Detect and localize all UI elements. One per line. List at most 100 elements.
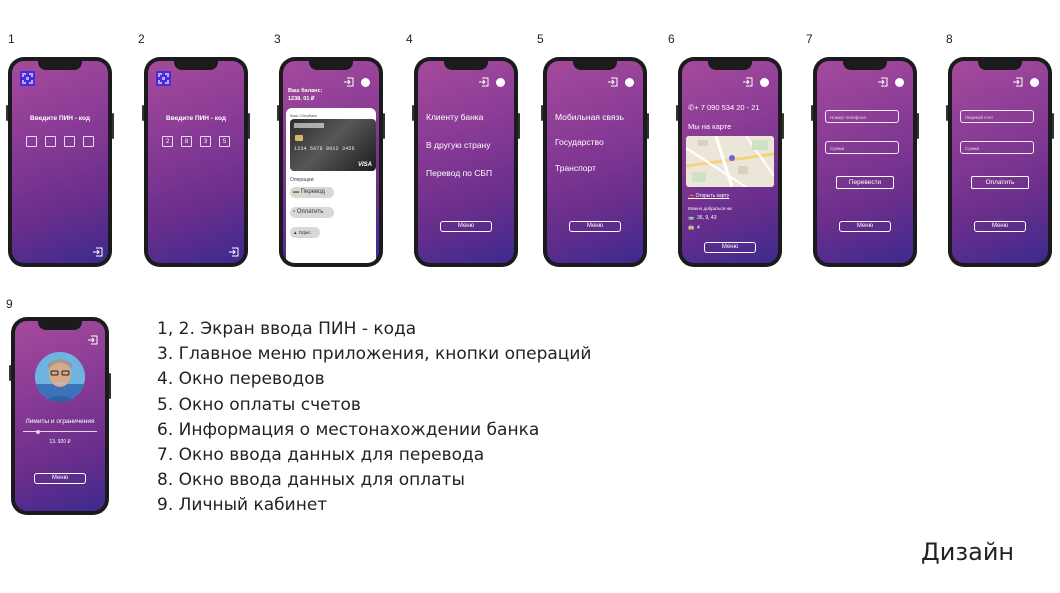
government-item[interactable]: Государство [555,137,604,147]
exit-icon[interactable] [1012,77,1023,87]
slider-thumb[interactable] [35,429,40,434]
phone-text: + 7 090 534 20 - 21 [694,103,760,112]
profile-button[interactable] [1030,78,1039,87]
open-map-link[interactable]: 🚗 Открыть карту [688,193,729,199]
notch [708,61,752,70]
screen-number: 3 [274,32,281,46]
bus-routes: 36, 9, 43 [697,215,717,221]
legend-item: 8. Окно ввода данных для оплаты [157,470,465,491]
pin-input[interactable]: 2 8 3 5 [162,136,230,147]
bank-phone[interactable]: ✆+ 7 090 534 20 - 21 [688,103,760,112]
legend-item: 7. Окно ввода данных для перевода [157,445,485,466]
screen-number: 4 [406,32,413,46]
pin-digit-box[interactable] [64,136,75,147]
transfer-icon: ▬ [293,189,299,195]
bus-row: 🚌 36, 9, 43 [688,215,716,221]
exit-icon[interactable] [478,77,489,87]
map-image [686,136,774,187]
limit-value: 13. 920 ₽ [49,439,71,445]
mobile-item[interactable]: Мобильная связь [555,112,624,122]
account-field[interactable]: Лицевой счет [960,110,1034,123]
pay-op-button[interactable]: ▪ Оплатить [290,207,334,218]
tram-routes: 4 [697,225,700,231]
transfer-op-label: Перевод [300,189,325,195]
avatar-image [35,352,85,402]
transport-item[interactable]: Транспорт [555,163,596,173]
transfer-op-button[interactable]: ▬ Перевод [290,187,334,198]
notch [309,61,353,70]
screen-number: 1 [8,32,15,46]
main-panel: Ваш Сбербанк 1234 5678 9012 3456 VISA Оп… [286,108,376,263]
menu-button[interactable]: Меню [440,221,492,232]
screen-number: 7 [806,32,813,46]
phone-screen-3: Ваш баланс: 1238. 01 ₽ Ваш Сбербанк 1234… [277,57,385,267]
pin-digit-box[interactable]: 2 [162,136,173,147]
notch [38,321,82,330]
exit-icon[interactable] [343,77,354,87]
logo-icon [156,71,171,86]
exit-icon[interactable] [877,77,888,87]
menu-button[interactable]: Меню [839,221,891,232]
profile-button[interactable] [760,78,769,87]
pin-digit-box[interactable] [83,136,94,147]
screen-number: 8 [946,32,953,46]
phone-screen-5: Мобильная связь Государство Транспорт Ме… [541,57,649,267]
ops-label: Операции: [290,177,315,183]
tram-icon: 🚋 [688,225,695,231]
profile-button[interactable] [496,78,505,87]
office-op-button[interactable]: ▲ Офис [290,227,320,238]
screen-number: 6 [668,32,675,46]
menu-button[interactable]: Меню [569,221,621,232]
notch [174,61,218,70]
limit-slider[interactable] [23,429,97,434]
exit-icon[interactable] [228,247,239,257]
transfer-abroad-item[interactable]: В другую страну [426,140,491,150]
notch [444,61,488,70]
pay-button[interactable]: Оплатить [971,176,1029,189]
exit-icon[interactable] [742,77,753,87]
legend-item: 3. Главное меню приложения, кнопки опера… [157,344,592,365]
profile-button[interactable] [361,78,370,87]
phone-screen-6: ✆+ 7 090 534 20 - 21 Мы на карте 🚗 Откры… [676,57,784,267]
legend: 1, 2. Экран ввода ПИН - кода 3. Главное … [157,317,591,519]
menu-button[interactable]: Меню [974,221,1026,232]
chip-icon [295,135,303,141]
phone-number-field[interactable]: Номер телефона [825,110,899,123]
pin-digit-box[interactable] [26,136,37,147]
card-bank-logo [294,123,324,128]
screen-number: 2 [138,32,145,46]
limits-label: Лимиты и ограничения [25,418,95,425]
profile-button[interactable] [895,78,904,87]
notch [38,61,82,70]
transfer-client-item[interactable]: Клиенту банка [426,112,483,122]
transfer-button[interactable]: Перевести [836,176,894,189]
menu-button[interactable]: Меню [34,473,86,484]
pin-digit-box[interactable] [45,136,56,147]
pin-digit-box[interactable]: 5 [219,136,230,147]
phone-screen-2: Введите ПИН - код 2 8 3 5 [142,57,250,267]
legend-item: 1, 2. Экран ввода ПИН - кода [157,319,417,339]
amount-field[interactable]: Сумма [960,141,1034,154]
legend-item: 9. Личный кабинет [157,495,328,516]
notch [573,61,617,70]
profile-button[interactable] [625,78,634,87]
amount-field[interactable]: Сумма [825,141,899,154]
notch [843,61,887,70]
pin-title: Введите ПИН - код [30,115,90,122]
bank-card[interactable]: 1234 5678 9012 3456 VISA [290,119,376,171]
map-title: Мы на карте [688,122,732,131]
menu-button[interactable]: Меню [704,242,756,253]
pin-digit-box[interactable]: 8 [181,136,192,147]
pin-title: Введите ПИН - код [166,115,226,122]
map-preview[interactable] [686,136,774,187]
car-icon: 🚗 [688,193,695,199]
exit-icon[interactable] [87,335,98,345]
exit-icon[interactable] [607,77,618,87]
exit-icon[interactable] [92,247,103,257]
logo-icon [20,71,35,86]
pin-digit-box[interactable]: 3 [200,136,211,147]
legend-item: 4. Окно переводов [157,369,325,390]
pin-input[interactable] [26,136,94,147]
avatar[interactable] [35,352,85,402]
transfer-sbp-item[interactable]: Перевод по СБП [426,168,492,178]
